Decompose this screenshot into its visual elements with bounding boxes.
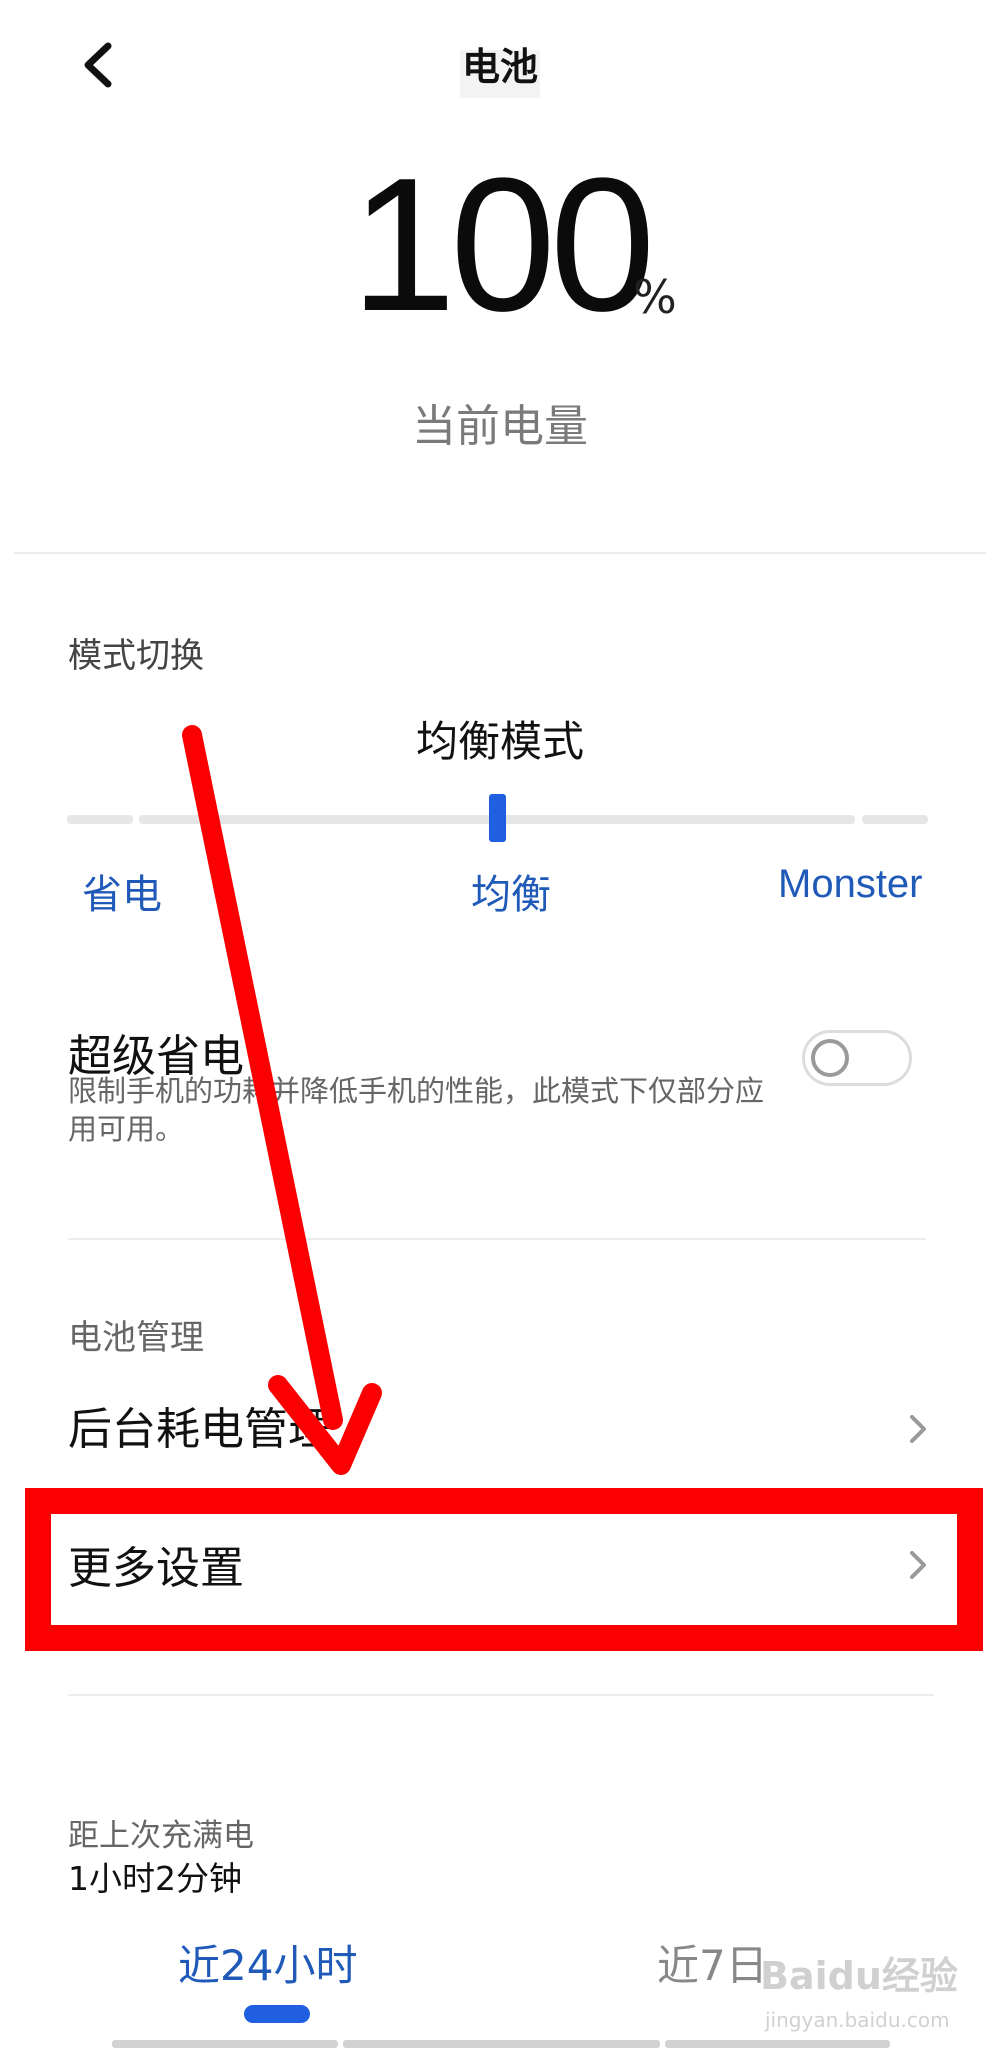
battery-caption: 当前电量 <box>412 401 588 452</box>
since-full-charge-value: 1小时2分钟 <box>68 1859 242 1898</box>
slider-thumb[interactable] <box>489 794 506 842</box>
battery-management-title: 电池管理 <box>68 1318 204 1358</box>
page-title: 电池 <box>461 45 538 89</box>
toggle-knob <box>811 1039 849 1077</box>
section-divider <box>14 552 986 554</box>
super-saving-description: 限制手机的功耗并降低手机的性能，此模式下仅部分应用可用。 <box>68 1074 765 1146</box>
mode-option-monster[interactable]: Monster <box>778 862 923 907</box>
since-full-charge-label: 距上次充满电 <box>68 1818 254 1854</box>
section-divider <box>68 1694 934 1696</box>
chart-axis-bar <box>343 2040 660 2048</box>
mode-section-title: 模式切换 <box>68 636 204 676</box>
tab-indicator <box>244 2005 310 2023</box>
annotation-highlight-box <box>25 1488 983 1651</box>
slider-track-segment <box>862 815 928 824</box>
mode-option-balanced[interactable]: 均衡 <box>471 862 551 920</box>
mode-option-power-saving[interactable]: 省电 <box>82 862 162 920</box>
watermark-logo: Baidu经验 <box>760 1954 958 1998</box>
chevron-right-icon <box>910 1415 926 1443</box>
chart-axis-bar <box>665 2040 890 2048</box>
battery-percentage: 100 <box>350 139 655 351</box>
battery-unit: % <box>633 270 677 324</box>
slider-track-segment <box>67 815 133 824</box>
current-mode-label: 均衡模式 <box>415 717 584 766</box>
tab-24h[interactable]: 近24小时 <box>178 1932 357 1993</box>
super-saving-toggle[interactable] <box>802 1030 912 1086</box>
chart-axis-bar <box>112 2040 338 2048</box>
watermark-url: jingyan.baidu.com <box>765 2008 950 2032</box>
background-power-management-row[interactable]: 后台耗电管理 <box>0 1385 1000 1475</box>
tab-7d[interactable]: 近7日 <box>657 1932 768 1993</box>
section-divider <box>68 1238 926 1240</box>
row-label: 后台耗电管理 <box>68 1404 332 1455</box>
